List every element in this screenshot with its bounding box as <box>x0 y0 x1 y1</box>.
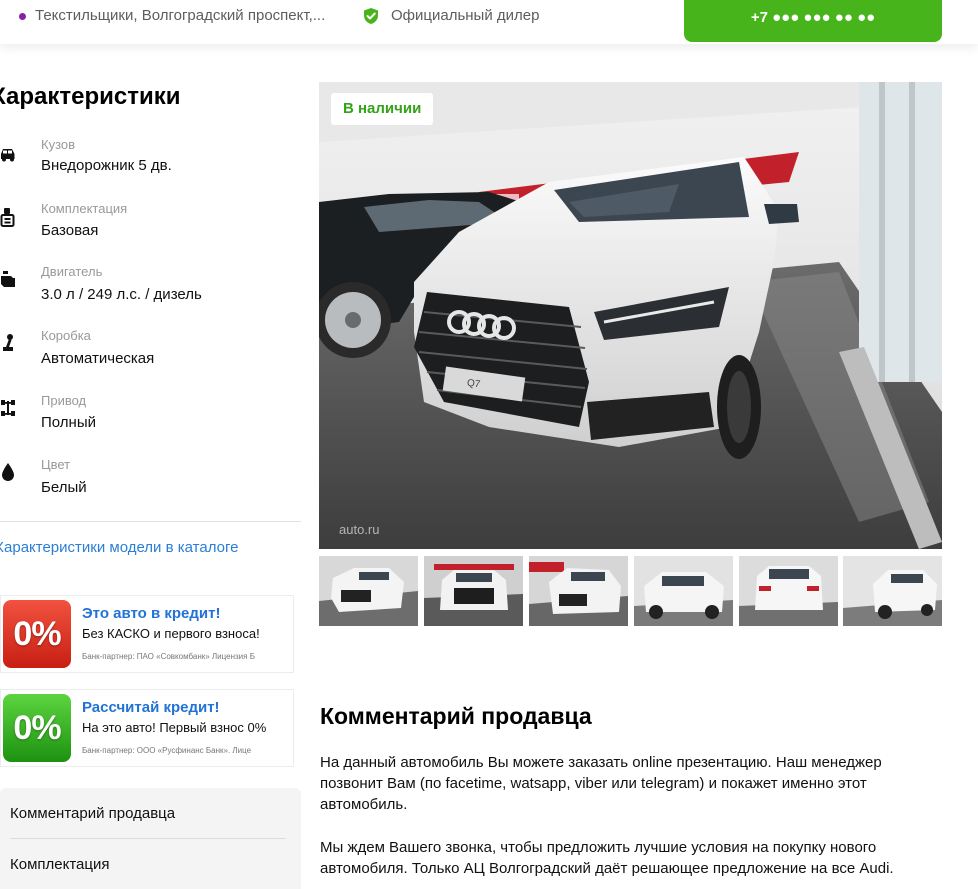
thumbnail-image <box>843 556 942 626</box>
engine-icon <box>1 271 15 287</box>
spec-value: Базовая <box>41 222 99 239</box>
spec-value: 3.0 л / 249 л.с. / дизель <box>41 286 202 303</box>
photo-thumbnail[interactable] <box>739 556 838 626</box>
zero-percent-badge: 0% <box>3 694 71 762</box>
spec-value: Белый <box>41 479 87 496</box>
trim-icon <box>0 208 15 227</box>
photo-thumbnail[interactable] <box>634 556 733 626</box>
divider <box>10 838 286 839</box>
section-nav: Комментарий продавца Комплектация <box>0 788 301 889</box>
credit-bank-note: Банк-партнер: ООО «Русфинанс Банк». Лице <box>82 746 252 755</box>
spec-value: Полный <box>41 414 96 431</box>
thumbnail-image <box>634 556 733 626</box>
top-bar: Текстильщики, Волгоградский проспект,...… <box>0 0 978 44</box>
spec-label: Цвет <box>41 457 71 472</box>
seller-comment-paragraph: На данный автомобиль Вы можете заказать … <box>320 754 882 813</box>
color-drop-icon <box>2 463 14 481</box>
spec-value: Внедорожник 5 дв. <box>41 157 172 174</box>
main-car-photo[interactable]: Q7 В наличии auto.ru <box>319 82 942 549</box>
spec-label: Коробка <box>41 328 91 343</box>
car-body-icon <box>1 149 15 162</box>
thumbnail-image <box>529 556 628 626</box>
catalog-specs-link[interactable]: Характеристики модели в каталоге <box>0 539 238 556</box>
dealer-location[interactable]: Текстильщики, Волгоградский проспект,... <box>35 7 325 24</box>
spec-label: Комплектация <box>41 201 128 216</box>
nav-seller-comment[interactable]: Комментарий продавца <box>10 805 175 822</box>
seller-comment-title: Комментарий продавца <box>320 703 592 729</box>
photo-thumbnail[interactable] <box>843 556 942 626</box>
characteristics-title: Характеристики <box>0 83 181 110</box>
show-phone-button[interactable]: +7 ●●● ●●● ●● ●● <box>684 0 942 42</box>
photo-thumbnail[interactable] <box>424 556 523 626</box>
credit-banner-rusfinance[interactable]: 0% Рассчитай кредит! На это авто! Первый… <box>0 689 294 767</box>
credit-title: Рассчитай кредит! <box>82 699 220 716</box>
credit-banner-sovcombank[interactable]: 0% Это авто в кредит! Без КАСКО и первог… <box>0 595 294 673</box>
nav-equipment[interactable]: Комплектация <box>10 856 109 873</box>
in-stock-badge: В наличии <box>331 93 434 125</box>
license-plate-text: Q7 <box>466 378 481 391</box>
shield-check-icon <box>364 8 378 24</box>
credit-bank-note: Банк-партнер: ПАО «Совкомбанк» Лицензия … <box>82 652 255 661</box>
credit-title: Это авто в кредит! <box>82 605 221 622</box>
credit-subtitle: На это авто! Первый взнос 0% <box>82 720 267 735</box>
gearbox-icon <box>3 334 13 351</box>
spec-label: Двигатель <box>41 264 103 279</box>
official-dealer-label: Официальный дилер <box>391 7 540 24</box>
photo-thumbnails <box>319 556 942 626</box>
photo-thumbnail[interactable] <box>319 556 418 626</box>
spec-label: Кузов <box>41 137 76 152</box>
spec-value: Автоматическая <box>41 350 155 367</box>
zero-percent-badge: 0% <box>3 600 71 668</box>
auto-ru-watermark: auto.ru <box>339 522 380 537</box>
drive-icon <box>1 400 15 416</box>
seller-comment-paragraph: Мы ждем Вашего звонка, чтобы предложить … <box>320 839 894 877</box>
metro-dot-icon <box>19 13 26 20</box>
thumbnail-image <box>739 556 838 626</box>
spec-label: Привод <box>41 393 87 408</box>
thumbnail-image <box>319 556 418 626</box>
thumbnail-image <box>424 556 523 626</box>
photo-thumbnail[interactable] <box>529 556 628 626</box>
car-photo-image: Q7 <box>319 82 942 549</box>
credit-subtitle: Без КАСКО и первого взноса! <box>82 626 260 641</box>
divider <box>0 521 301 522</box>
